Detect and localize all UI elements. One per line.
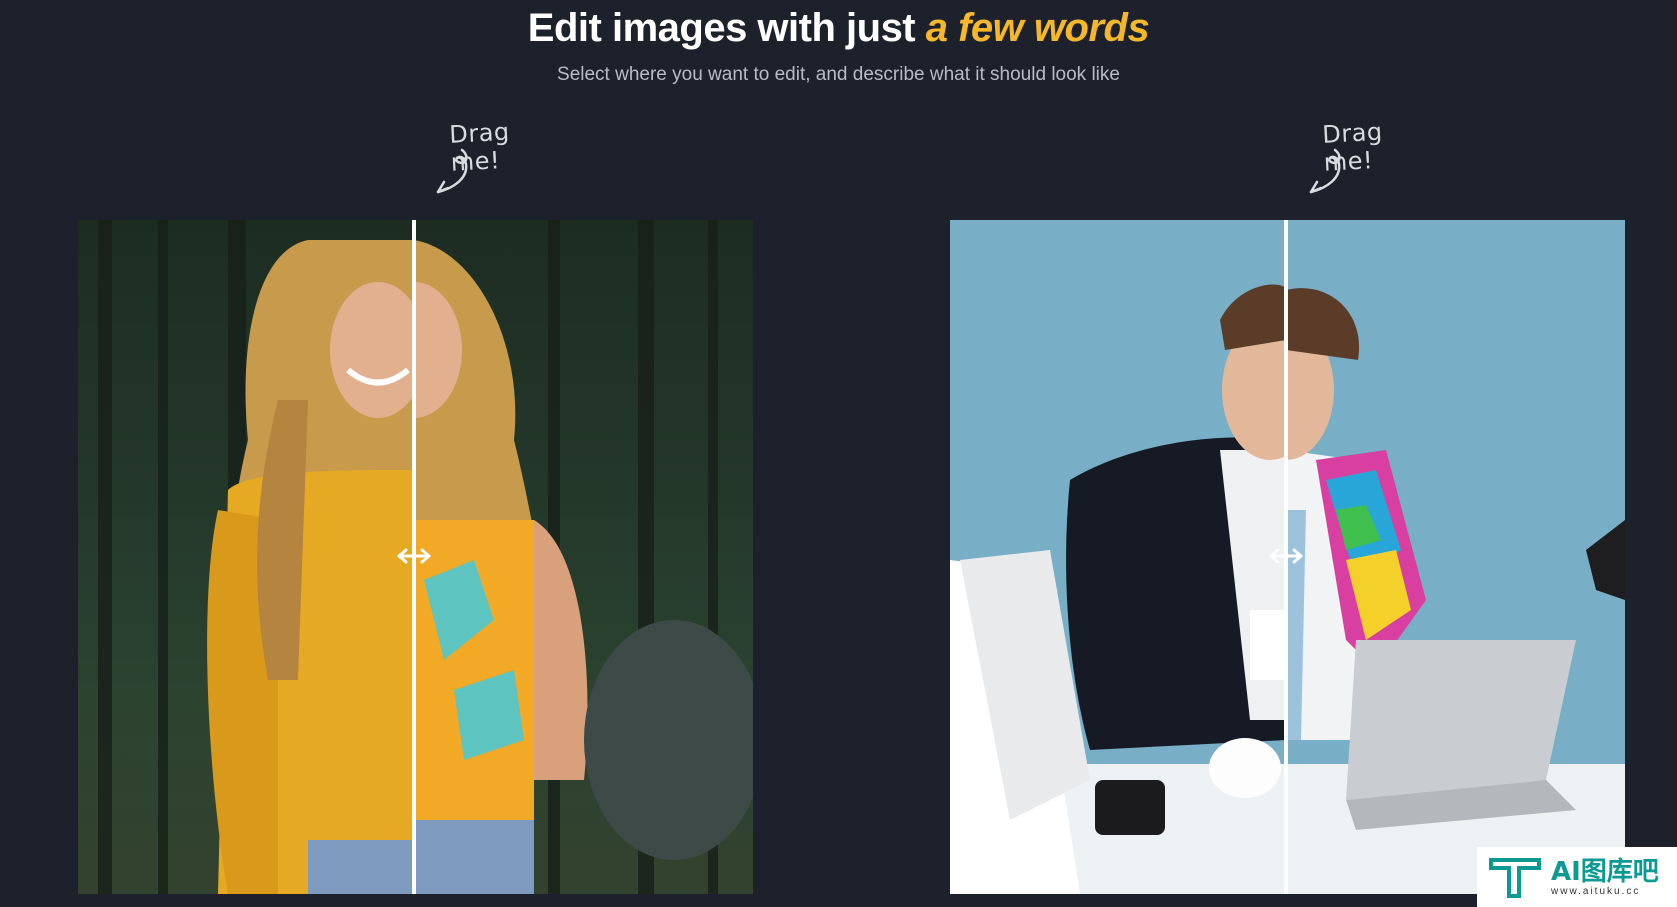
horizontal-resize-icon[interactable] (397, 546, 431, 566)
drag-hint-right: Drag me! (1291, 118, 1431, 218)
watermark-url: www.aituku.cc (1551, 885, 1641, 897)
comparison-slider-right[interactable] (950, 220, 1625, 894)
curly-arrow-icon (436, 148, 468, 194)
woman-photo-after (414, 240, 753, 894)
curly-arrow-icon (1309, 148, 1341, 194)
comparison-slider-left[interactable] (78, 220, 753, 894)
drag-hint-left: Drag me! (418, 118, 558, 218)
page-title: Edit images with just a few words (0, 6, 1677, 51)
title-main: Edit images with just (527, 6, 926, 50)
image-before-left (78, 220, 414, 894)
page-subtitle: Select where you want to edit, and descr… (557, 64, 1120, 85)
woman-photo-before (207, 240, 414, 894)
image-before-right (950, 220, 1286, 894)
man-photo-before (950, 284, 1286, 894)
watermark: AI图库吧 www.aituku.cc (1477, 847, 1677, 907)
watermark-name: AI图库吧 (1551, 856, 1659, 887)
image-after-right (1286, 220, 1625, 894)
image-after-left (414, 220, 753, 894)
man-photo-after (1286, 288, 1625, 830)
watermark-logo-icon (1489, 858, 1541, 898)
horizontal-resize-icon[interactable] (1269, 546, 1303, 566)
title-accent: a few words (925, 6, 1150, 50)
